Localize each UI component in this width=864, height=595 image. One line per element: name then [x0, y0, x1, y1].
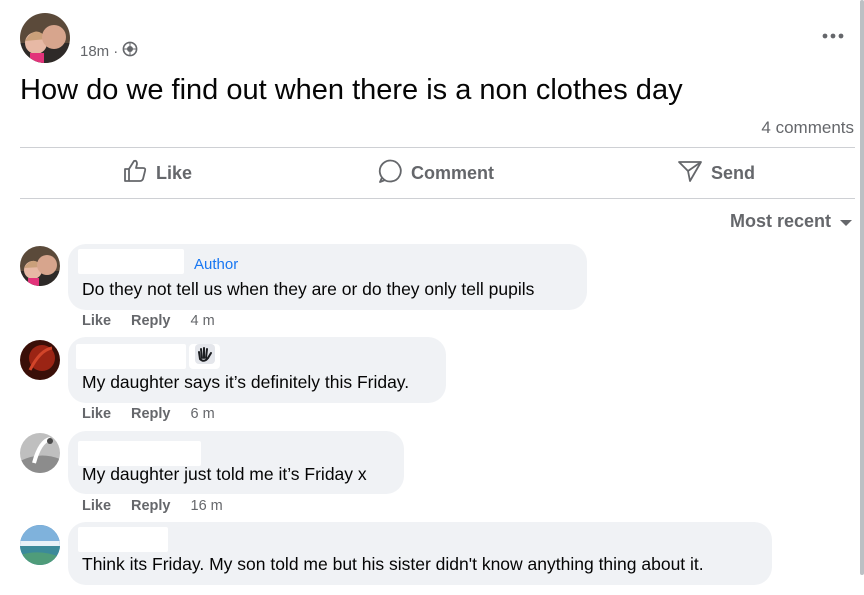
redacted-commenter-name: [78, 527, 168, 552]
divider: [20, 147, 855, 148]
redacted-commenter-name: [76, 344, 186, 369]
caret-down-icon: [840, 211, 852, 232]
comment-bubble: Think its Friday. My son told me but his…: [68, 522, 772, 585]
comment-like-button[interactable]: Like: [82, 498, 111, 514]
comment-actions: Like Reply 16 m: [82, 498, 223, 514]
comment-time[interactable]: 16 m: [191, 498, 223, 514]
waving-hand-badge: [189, 344, 220, 369]
sort-label: Most recent: [729, 211, 831, 231]
comment-bubble: Author Do they not tell us when they are…: [68, 244, 587, 310]
comment-text: Do they not tell us when they are or do …: [82, 279, 535, 299]
comment-bubble: My daughter just told me it’s Friday x: [68, 431, 404, 494]
comments-count[interactable]: 4 comments: [761, 118, 854, 138]
comment-actions: Like Reply 6 m: [82, 406, 215, 422]
comment-sort-dropdown[interactable]: Most recent: [730, 211, 852, 232]
send-label: Send: [711, 162, 756, 183]
post-timestamp: 18m ·: [80, 41, 138, 61]
comment-button[interactable]: Comment: [377, 156, 494, 190]
like-label: Like: [156, 162, 193, 183]
speech-bubble-icon: [377, 158, 403, 189]
comment-text: My daughter just told me it’s Friday x: [82, 464, 367, 484]
comment-time[interactable]: 6 m: [191, 406, 215, 422]
globe-icon: [122, 41, 138, 61]
scrollbar[interactable]: [860, 0, 864, 575]
comment-text: Think its Friday. My son told me but his…: [82, 554, 704, 574]
author-badge: Author: [194, 256, 239, 273]
thumbs-up-icon: [122, 158, 148, 189]
separator: ·: [113, 42, 119, 60]
more-options-button[interactable]: [818, 24, 848, 46]
divider: [20, 198, 855, 199]
commenter-avatar[interactable]: [20, 525, 60, 565]
redacted-commenter-name: [78, 249, 184, 274]
like-button[interactable]: Like: [122, 156, 192, 190]
send-button[interactable]: Send: [677, 156, 755, 190]
comment-like-button[interactable]: Like: [82, 313, 111, 329]
post-time-text[interactable]: 18m: [80, 43, 109, 60]
commenter-avatar[interactable]: [20, 246, 60, 286]
send-icon: [677, 158, 703, 189]
comment-like-button[interactable]: Like: [82, 406, 111, 422]
comment-reply-button[interactable]: Reply: [131, 498, 171, 514]
ellipsis-icon: [822, 26, 844, 44]
commenter-avatar[interactable]: [20, 433, 60, 473]
commenter-avatar[interactable]: [20, 340, 60, 380]
comment-reply-button[interactable]: Reply: [131, 406, 171, 422]
comment-text: My daughter says it’s definitely this Fr…: [82, 372, 410, 392]
comment-time[interactable]: 4 m: [191, 313, 215, 329]
redacted-commenter-name: [78, 441, 201, 466]
post-text: How do we find out when there is a non c…: [20, 74, 683, 106]
comment-label: Comment: [411, 162, 495, 183]
waving-hand-icon: [194, 343, 216, 370]
post-author-avatar[interactable]: [20, 13, 70, 63]
comment-bubble: My daughter says it’s definitely this Fr…: [68, 337, 446, 403]
comment-reply-button[interactable]: Reply: [131, 313, 171, 329]
comment-actions: Like Reply 4 m: [82, 313, 215, 329]
